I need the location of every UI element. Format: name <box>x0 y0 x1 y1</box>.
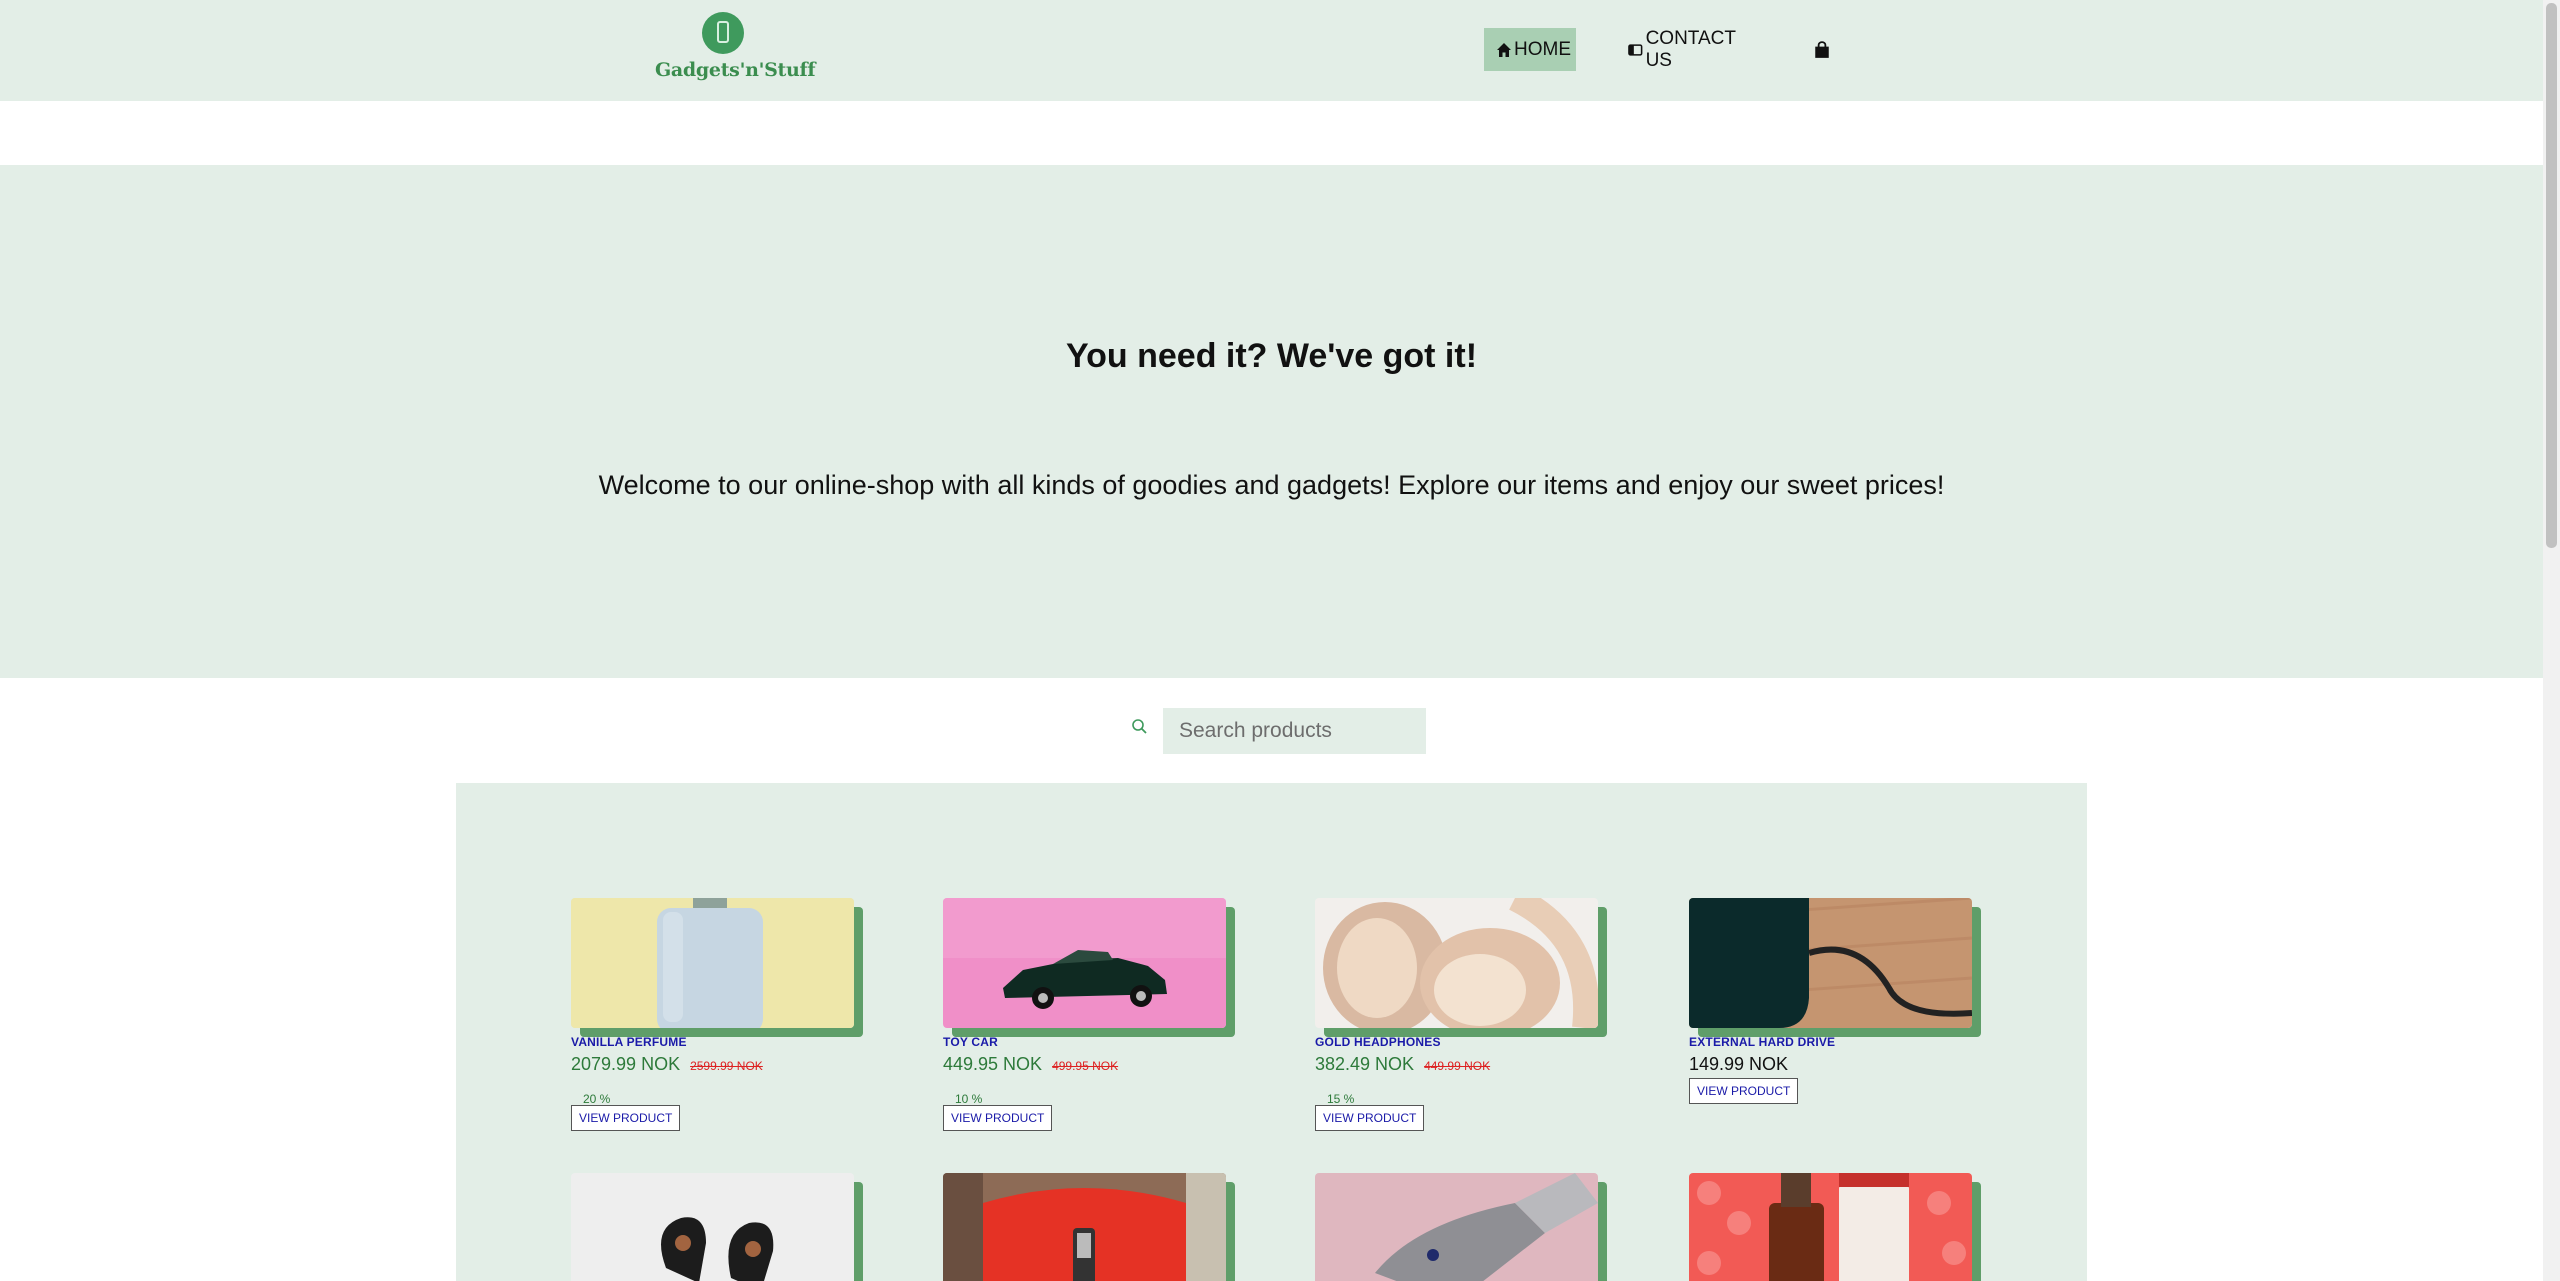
product-image-toy-car[interactable] <box>943 898 1226 1028</box>
product-image-red-bag[interactable] <box>943 1173 1226 1281</box>
product-card-toy-car[interactable]: TOY CAR 449.95 NOK 499.95 NOK 10 % VIEW … <box>943 898 1229 1131</box>
product-card-vanilla-perfume[interactable]: VANILLA PERFUME 2079.99 NOK 2599.99 NOK … <box>571 898 857 1131</box>
product-price: 2079.99 NOK <box>571 1054 681 1074</box>
discount-badge: 20 % <box>583 1092 611 1106</box>
cart-button[interactable] <box>1811 28 1835 71</box>
contact-card-icon <box>1628 43 1643 56</box>
product-image-hard-drive[interactable] <box>1689 898 1972 1028</box>
discount-badge: 10 % <box>955 1092 983 1106</box>
product-card-gold-headphones[interactable]: GOLD HEADPHONES 382.49 NOK 449.99 NOK 15… <box>1315 898 1601 1131</box>
home-icon <box>1497 42 1511 57</box>
view-product-button[interactable]: VIEW PRODUCT <box>571 1105 681 1131</box>
hero-section: You need it? We've got it! Welcome to ou… <box>0 165 2543 678</box>
view-product-button[interactable]: VIEW PRODUCT <box>1689 1078 1799 1104</box>
product-price: 149.99 NOK <box>1689 1054 1789 1074</box>
product-name[interactable]: VANILLA PERFUME <box>571 1035 857 1049</box>
brand-name: Gadgets'n'Stuff <box>655 59 816 81</box>
product-card[interactable] <box>571 1173 857 1281</box>
nav-home[interactable]: HOME <box>1484 28 1576 71</box>
header-spacer <box>0 101 2543 165</box>
product-name[interactable]: TOY CAR <box>943 1035 1229 1049</box>
shopping-bag-icon <box>1815 40 1829 58</box>
product-image-perfume[interactable] <box>571 898 854 1028</box>
product-old-price: 449.99 NOK <box>1424 1059 1491 1073</box>
product-price: 382.49 NOK <box>1315 1054 1415 1074</box>
nav-contact[interactable]: CONTACT US <box>1624 28 1764 71</box>
product-old-price: 499.95 NOK <box>1052 1059 1119 1073</box>
product-old-price: 2599.99 NOK <box>690 1059 763 1073</box>
product-image-serum[interactable] <box>1689 1173 1972 1281</box>
phone-icon <box>701 12 744 54</box>
hero-subtitle: Welcome to our online-shop with all kind… <box>598 470 1945 500</box>
brand-logo[interactable]: Gadgets'n'Stuff <box>655 12 816 82</box>
product-card[interactable] <box>943 1173 1229 1281</box>
product-name[interactable]: EXTERNAL HARD DRIVE <box>1689 1035 1975 1049</box>
product-card[interactable] <box>1689 1173 1975 1281</box>
top-header: Gadgets'n'Stuff HOME CONTACT US <box>0 0 2543 101</box>
scrollbar-thumb[interactable] <box>2546 3 2557 548</box>
product-image-earbuds[interactable] <box>571 1173 854 1281</box>
product-card-external-hard-drive[interactable]: EXTERNAL HARD DRIVE 149.99 NOK VIEW PROD… <box>1689 898 1975 1104</box>
product-image-headphones[interactable] <box>1315 898 1598 1028</box>
product-card[interactable] <box>1315 1173 1601 1281</box>
nav-home-label: HOME <box>1514 38 1571 60</box>
product-price: 449.95 NOK <box>943 1054 1043 1074</box>
view-product-button[interactable]: VIEW PRODUCT <box>943 1105 1053 1131</box>
nav-contact-label: CONTACT US <box>1645 27 1736 71</box>
hero-title: You need it? We've got it! <box>1065 337 1478 375</box>
product-image-hair-dryer[interactable] <box>1315 1173 1598 1281</box>
product-name[interactable]: GOLD HEADPHONES <box>1315 1035 1601 1049</box>
search-icon <box>1132 719 1147 734</box>
view-product-button[interactable]: VIEW PRODUCT <box>1315 1105 1425 1131</box>
search-input[interactable] <box>1163 708 1426 754</box>
discount-badge: 15 % <box>1327 1092 1355 1106</box>
product-grid: VANILLA PERFUME 2079.99 NOK 2599.99 NOK … <box>456 783 2087 1281</box>
